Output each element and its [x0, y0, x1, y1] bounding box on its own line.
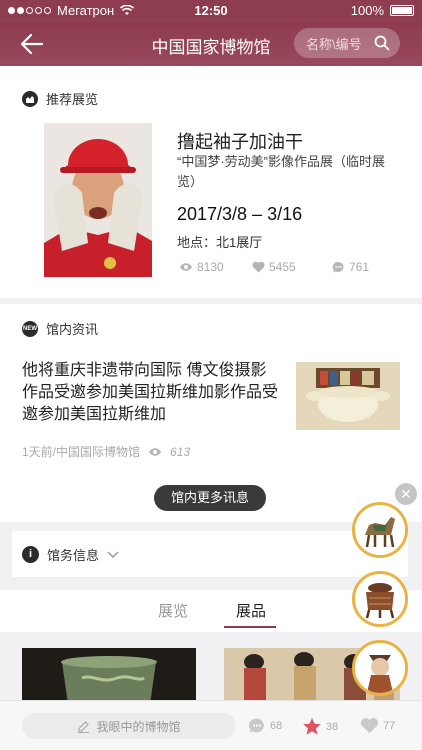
likes-stat[interactable]: 5455 — [252, 260, 296, 274]
float-button-figurine[interactable] — [352, 640, 408, 696]
comment-button[interactable]: 68 — [248, 717, 282, 735]
bottom-bar: 我眼中的博物馆 68 38 77 — [0, 700, 422, 750]
heart-icon — [360, 718, 379, 733]
info-icon: i — [22, 546, 39, 563]
comment-input[interactable]: 我眼中的博物馆 — [22, 713, 236, 739]
float-button-censer[interactable] — [352, 571, 408, 627]
more-news-button[interactable]: 馆内更多讯息 — [154, 485, 266, 511]
views-stat: 8130 — [179, 260, 224, 274]
exhibition-subtitle: “中国梦·劳动美”影像作品展（临时展览） — [177, 154, 385, 189]
views-count: 8130 — [197, 260, 224, 274]
recommend-icon — [22, 90, 38, 107]
eye-icon — [180, 263, 192, 271]
comments-count: 761 — [349, 260, 370, 274]
star-icon — [303, 718, 321, 735]
float-button-horse[interactable] — [352, 502, 408, 558]
comment-icon — [332, 261, 344, 273]
exhibition-location: 地点：北1展厅 — [177, 235, 263, 250]
comment-placeholder: 我眼中的博物馆 — [96, 719, 181, 734]
comments-stat[interactable]: 761 — [332, 260, 369, 274]
museum-info-card[interactable]: i 馆务信息 — [12, 531, 408, 577]
news-views: 613 — [170, 444, 191, 459]
exhibition-poster[interactable] — [44, 123, 152, 277]
tab-exhibitions[interactable]: 展览 — [158, 600, 188, 621]
comment-count: 68 — [270, 720, 283, 732]
heart-icon — [252, 261, 265, 273]
news-header: NEW 馆内资讯 — [22, 319, 98, 338]
exhibition-title[interactable]: 撸起袖子加油干 — [177, 128, 303, 154]
battery-icon — [390, 5, 414, 16]
news-thumbnail[interactable] — [296, 362, 400, 430]
edit-icon — [78, 720, 90, 733]
recommended-label: 推荐展览 — [46, 92, 99, 107]
status-bar: Мегатрон 12:50 100% — [0, 0, 422, 22]
favorite-count: 38 — [326, 720, 339, 733]
close-icon[interactable]: ✕ — [395, 483, 417, 505]
tab-collections[interactable]: 展品 — [236, 600, 266, 621]
favorite-button[interactable]: 38 — [302, 717, 338, 736]
news-label: 馆内资讯 — [46, 322, 99, 337]
search-placeholder: 名称\编号 — [306, 36, 362, 52]
news-meta: 1天前/中国国际博物馆 613 — [22, 443, 190, 460]
recommended-header: 推荐展览 — [22, 89, 98, 108]
navigation-bar: 中国国家博物馆 名称\编号 — [0, 22, 422, 66]
new-badge-icon: NEW — [22, 320, 38, 337]
battery-percent: 100% — [350, 3, 384, 18]
like-button[interactable]: 77 — [360, 717, 395, 734]
search-input[interactable]: 名称\编号 — [294, 28, 400, 58]
likes-count: 5455 — [269, 260, 296, 274]
exhibition-date: 2017/3/8 – 3/16 — [177, 204, 303, 224]
museum-info-label: 馆务信息 — [47, 548, 100, 563]
comment-icon — [249, 718, 264, 734]
active-tab-indicator — [224, 626, 276, 628]
like-count: 77 — [383, 719, 396, 732]
news-headline[interactable]: 他将重庆非遗带向国际 傅文俊摄影作品受邀参加美国拉斯维加影作品受邀参加美国拉斯维… — [22, 360, 278, 426]
eye-icon — [149, 447, 162, 456]
search-icon — [374, 35, 390, 51]
news-source: 1天前/中国国际博物馆 — [22, 445, 141, 459]
chevron-down-icon — [107, 550, 119, 558]
collection-item-thumbnail[interactable] — [22, 648, 196, 704]
